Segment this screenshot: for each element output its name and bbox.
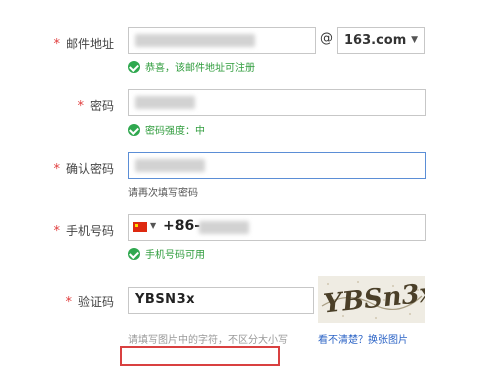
confirm-password-input[interactable] [128,152,426,179]
captcha-label: * 验证码 [65,295,114,310]
phone-label: * 手机号码 [53,224,114,239]
confirm-password-label: * 确认密码 [53,162,114,177]
password-strength: 密码强度：中 [128,122,205,137]
check-circle-icon [128,124,140,136]
country-code: +86- [163,218,201,234]
chevron-down-icon[interactable]: ▼ [150,221,156,230]
confirm-hint: 请再次填写密码 [128,188,198,199]
phone-status: 手机号码可用 [128,246,205,261]
captcha-graphic: YBSn3x [318,276,425,323]
check-circle-icon [128,61,140,73]
phone-input[interactable]: ▼ +86- [128,214,426,241]
email-label: * 邮件地址 [53,37,114,52]
required-mark: * [53,37,60,52]
email-status: 恭喜，该邮件地址可注册 [128,59,255,74]
redacted-password [135,96,195,109]
password-label: * 密码 [77,99,114,114]
captcha-input[interactable]: YBSN3x [128,287,314,314]
password-input[interactable] [128,89,426,116]
china-flag-icon[interactable] [133,222,147,232]
chevron-down-icon: ▼ [411,35,418,45]
redacted-phone [199,221,249,234]
captcha-image[interactable]: YBSn3x [318,276,425,323]
refresh-captcha-link[interactable]: 看不清楚？换张图片 [318,331,408,346]
highlight-box [120,346,280,366]
domain-select[interactable]: 163.com ▼ [337,27,425,54]
email-input[interactable] [128,27,316,54]
redacted-confirm [135,159,205,172]
redacted-email [135,34,255,47]
check-circle-icon [128,248,140,260]
at-symbol: @ [320,31,333,46]
captcha-hint: 请填写图片中的字符，不区分大小写 [128,335,288,346]
